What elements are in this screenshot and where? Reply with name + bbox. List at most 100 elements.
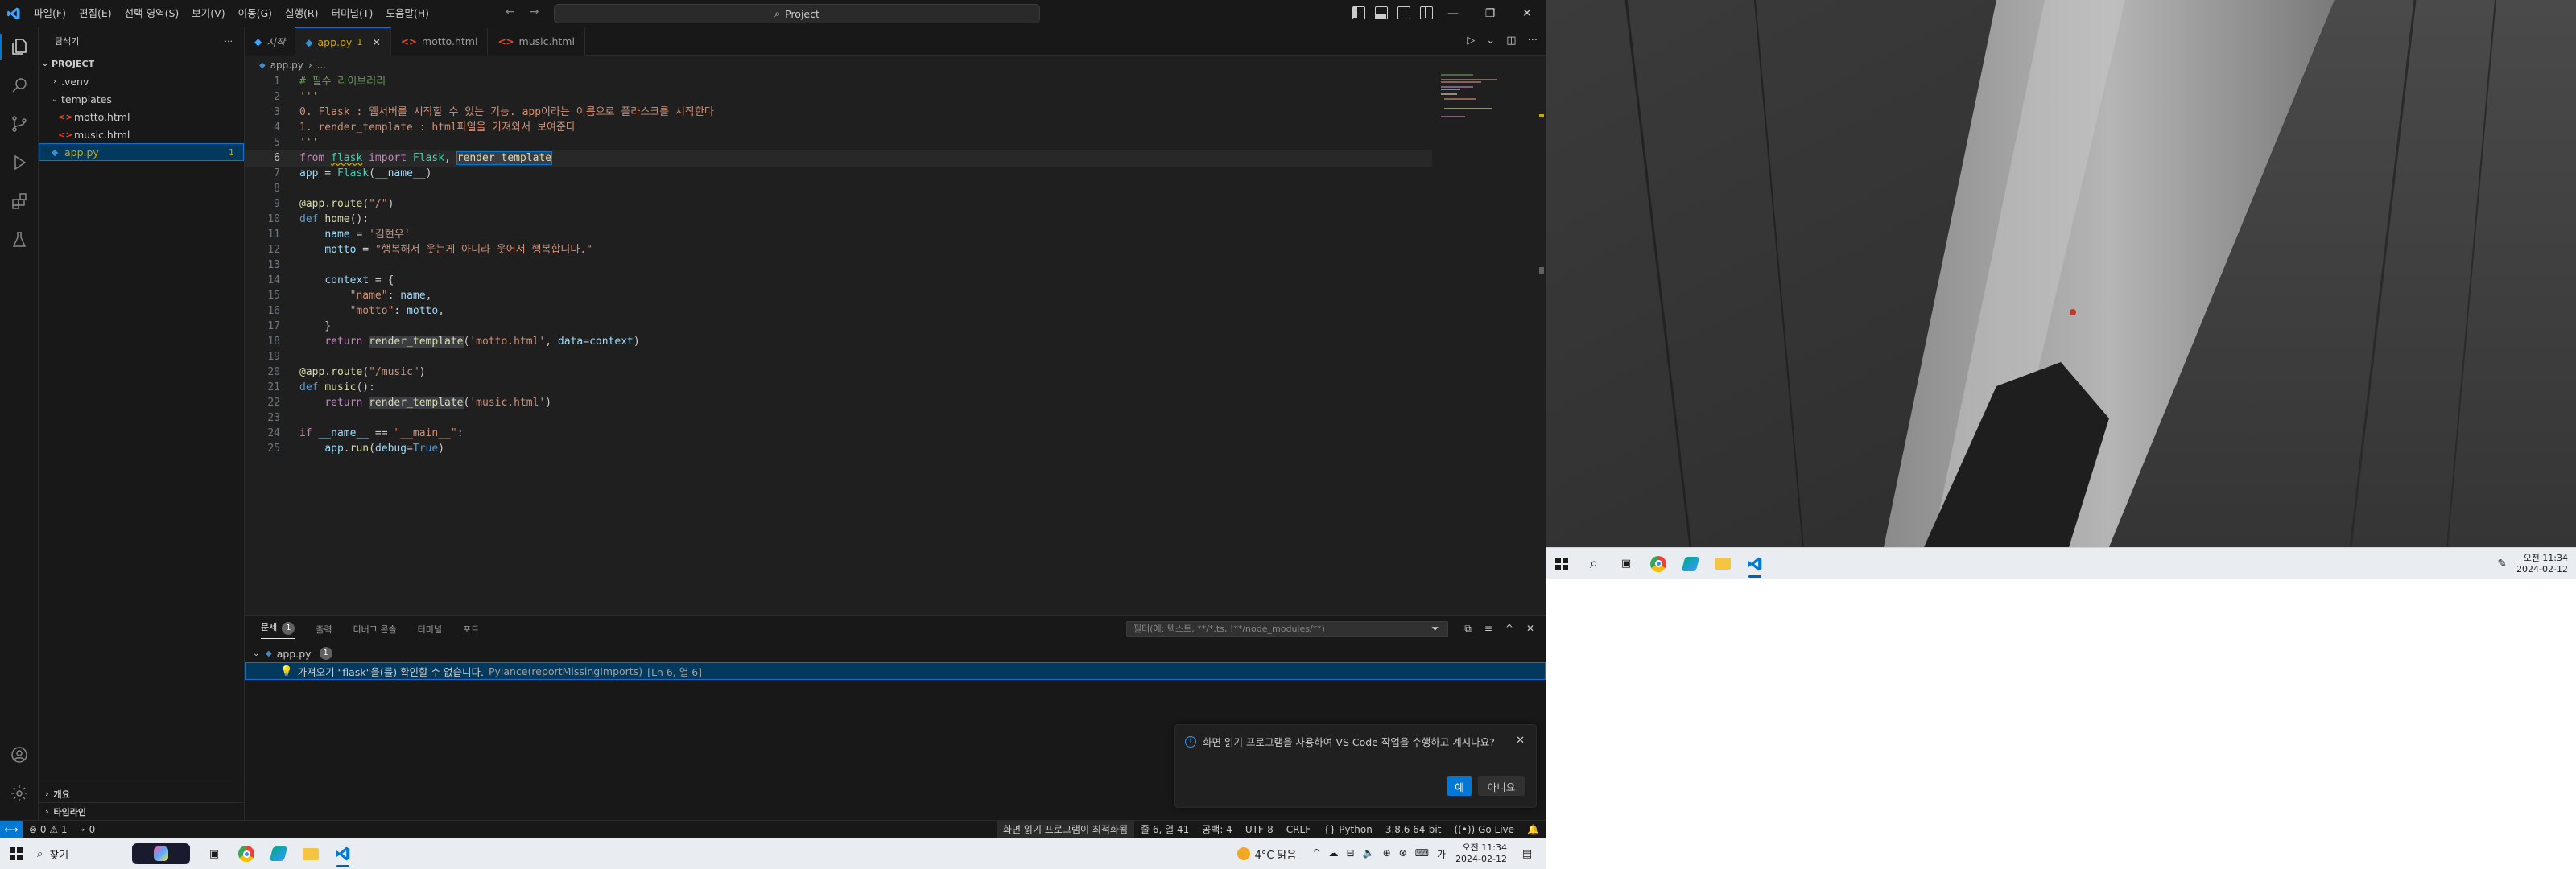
collapse-all-icon[interactable]: ⧉: [1464, 623, 1472, 635]
mute-icon[interactable]: ⊗: [1399, 847, 1407, 861]
volume-icon[interactable]: 🔈: [1363, 847, 1375, 861]
file-explorer-icon[interactable]: [295, 839, 327, 868]
ime-icon[interactable]: ⊕: [1383, 847, 1391, 861]
tab-app-py[interactable]: ◆ app.py 1 ✕: [295, 27, 391, 56]
tab-output[interactable]: 출력: [316, 623, 332, 636]
problems-status[interactable]: ⊗ 0 ⚠ 1: [23, 821, 74, 838]
menu-selection[interactable]: 선택 영역(S): [118, 4, 186, 23]
more-actions-icon[interactable]: ···: [1528, 35, 1538, 47]
restore-icon[interactable]: ❐: [1472, 0, 1509, 27]
pen-icon[interactable]: ✎: [2497, 558, 2507, 570]
notification-center-icon[interactable]: ▤: [1515, 842, 1539, 866]
remote-indicator-icon[interactable]: ⟷: [0, 820, 23, 838]
forward-arrow-icon[interactable]: →: [530, 6, 539, 19]
menu-view[interactable]: 보기(V): [185, 4, 231, 23]
run-debug-icon[interactable]: [0, 143, 39, 182]
tree-item-templates[interactable]: ⌄ templates: [39, 90, 244, 108]
yes-button[interactable]: 예: [1447, 776, 1472, 796]
explorer-icon[interactable]: [0, 27, 39, 66]
encoding[interactable]: UTF-8: [1239, 821, 1280, 838]
chrome-icon[interactable]: [1642, 550, 1674, 579]
customize-layout-icon[interactable]: [1420, 6, 1433, 19]
testing-icon[interactable]: [0, 220, 39, 259]
keyboard-icon[interactable]: ⌨: [1415, 847, 1429, 861]
tree-project-root[interactable]: ⌄ PROJECT: [39, 55, 244, 72]
vscode-taskbar-icon[interactable]: [1739, 550, 1771, 579]
clock[interactable]: 오전 11:34 2024-02-12: [1455, 842, 1507, 865]
tab-music-html[interactable]: <> music.html: [488, 27, 585, 56]
chevron-down-icon[interactable]: ⌄: [1486, 35, 1495, 47]
taskbar-search-box[interactable]: ⌕ 찾기: [32, 842, 124, 865]
menu-go[interactable]: 이동(G): [232, 4, 279, 23]
close-icon[interactable]: ✕: [1516, 735, 1525, 747]
app-icon[interactable]: [262, 839, 295, 868]
weather-widget[interactable]: 4°C 맑음: [1236, 846, 1296, 862]
task-view-icon[interactable]: ▣: [1610, 550, 1642, 579]
view-as-tree-icon[interactable]: ≡: [1484, 623, 1492, 635]
split-editor-icon[interactable]: ◫: [1506, 35, 1516, 47]
app-icon[interactable]: [1674, 550, 1707, 579]
problem-row[interactable]: 💡 가져오기 "flask"을(를) 확인할 수 없습니다. Pylance(r…: [245, 662, 1546, 680]
command-center[interactable]: ⌕ Project: [554, 4, 1040, 23]
tree-item-motto-html[interactable]: <> motto.html: [39, 108, 244, 126]
timeline-section[interactable]: › 타임라인: [39, 802, 245, 820]
windows-start-icon[interactable]: [1546, 550, 1578, 579]
toggle-secondary-sidebar-icon[interactable]: [1397, 6, 1410, 19]
extensions-icon[interactable]: [0, 182, 39, 220]
filter-icon[interactable]: ⏷: [1431, 623, 1439, 635]
code-editor[interactable]: 1 # 필수 라이브러리 2 ''' 3 0. Flask : 웹서버를 시작할 수 …: [245, 74, 1432, 615]
menu-help[interactable]: 도움말(H): [379, 4, 436, 23]
menu-edit[interactable]: 편집(E): [72, 4, 118, 23]
breadcrumb-file[interactable]: app.py: [270, 60, 303, 71]
accounts-icon[interactable]: [0, 735, 39, 774]
toggle-panel-icon[interactable]: [1375, 6, 1388, 19]
gear-icon[interactable]: [0, 774, 39, 813]
vscode-taskbar-icon[interactable]: [327, 839, 359, 868]
end-of-line[interactable]: CRLF: [1280, 821, 1317, 838]
file-explorer-icon[interactable]: [1707, 550, 1739, 579]
ports-status[interactable]: ⌁ 0: [74, 821, 102, 838]
onedrive-icon[interactable]: ☁: [1329, 847, 1339, 861]
breadcrumb-rest[interactable]: ...: [317, 60, 326, 71]
problem-file-row[interactable]: ⌄ ◆ app.py 1: [245, 645, 1546, 662]
tab-welcome[interactable]: ◆ 시작: [245, 27, 296, 56]
minimize-icon[interactable]: —: [1435, 0, 1472, 27]
toggle-sidebar-icon[interactable]: [1352, 6, 1365, 19]
menu-file[interactable]: 파일(F): [27, 4, 72, 23]
close-panel-icon[interactable]: ✕: [1526, 623, 1534, 635]
close-icon[interactable]: ✕: [372, 36, 380, 48]
go-live[interactable]: ((•)) Go Live: [1447, 821, 1521, 838]
minimap[interactable]: [1441, 74, 1530, 122]
indentation[interactable]: 공백: 4: [1195, 821, 1239, 838]
chevron-up-icon[interactable]: ^: [1312, 847, 1320, 861]
copilot-icon[interactable]: [132, 843, 190, 864]
python-interpreter[interactable]: 3.8.6 64-bit: [1379, 821, 1448, 838]
search-icon[interactable]: [0, 66, 39, 105]
notifications-bell-icon[interactable]: 🔔: [1521, 821, 1546, 838]
back-arrow-icon[interactable]: ←: [506, 6, 515, 19]
maximize-panel-icon[interactable]: ^: [1505, 623, 1513, 635]
no-button[interactable]: 아니요: [1478, 776, 1525, 796]
network-icon[interactable]: ⊟: [1347, 847, 1355, 861]
chrome-icon[interactable]: [230, 839, 262, 868]
task-view-icon[interactable]: ▣: [198, 839, 230, 868]
source-control-icon[interactable]: [0, 105, 39, 143]
tab-motto-html[interactable]: <> motto.html: [390, 27, 489, 56]
tree-item-venv[interactable]: › .venv: [39, 72, 244, 90]
tree-item-music-html[interactable]: <> music.html: [39, 126, 244, 143]
outline-section[interactable]: › 개요: [39, 785, 245, 802]
language-mode[interactable]: {} Python: [1317, 821, 1379, 838]
tab-ports[interactable]: 포트: [463, 623, 479, 636]
tab-problems[interactable]: 문제 1: [261, 620, 295, 639]
more-actions-icon[interactable]: ···: [225, 36, 233, 47]
menu-run[interactable]: 실행(R): [279, 4, 324, 23]
screen-reader-status[interactable]: 화면 읽기 프로그램이 최적화됨: [997, 820, 1134, 838]
cursor-position[interactable]: 줄 6, 열 41: [1134, 821, 1195, 838]
tree-item-app-py[interactable]: ◆ app.py 1: [39, 143, 244, 161]
tab-terminal[interactable]: 터미널: [418, 623, 442, 636]
clock[interactable]: 오전 11:34 2024-02-12: [2516, 553, 2568, 575]
tab-debug-console[interactable]: 디버그 콘솔: [353, 623, 397, 636]
editor-scrollbar[interactable]: [1538, 74, 1546, 615]
search-icon[interactable]: ⌕: [1578, 550, 1610, 579]
ime-korean-icon[interactable]: 가: [1437, 847, 1446, 861]
